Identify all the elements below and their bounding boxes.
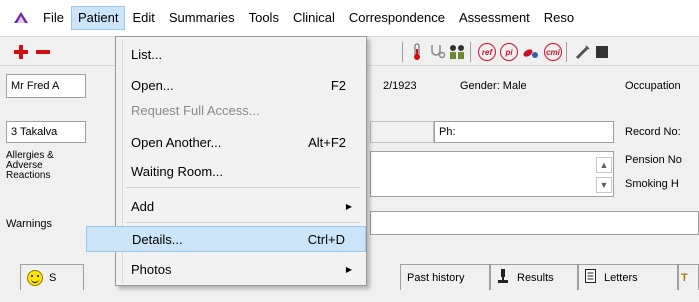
stethoscope-icon[interactable] — [428, 43, 446, 61]
tab-results-label: Results — [517, 271, 554, 284]
menu-tools[interactable]: Tools — [242, 6, 286, 30]
tab-results[interactable]: Results — [490, 264, 578, 290]
patient-dob: 2/1923 — [383, 80, 417, 92]
menu-item-label: List... — [131, 46, 163, 62]
address-field-right — [370, 121, 434, 143]
remove-patient-icon[interactable] — [34, 43, 52, 61]
menu-item-label: Open... — [131, 77, 174, 93]
menu-bar: File Patient Edit Summaries Tools Clinic… — [0, 0, 699, 36]
occupation-label: Occupation — [625, 80, 681, 92]
patient-name-field[interactable]: Mr Fred A — [6, 74, 86, 98]
menu-correspondence[interactable]: Correspondence — [342, 6, 452, 30]
referral-icon[interactable]: ref — [478, 43, 496, 61]
menu-item-label: Request Full Access... — [131, 102, 260, 118]
submenu-arrow-icon: ▶ — [345, 201, 352, 211]
syringe-icon[interactable] — [574, 43, 592, 61]
thermometer-icon[interactable] — [408, 43, 426, 61]
menu-item-shortcut: Ctrl+D — [307, 231, 345, 247]
toolbar-separator — [470, 42, 471, 62]
app-logo-icon — [12, 9, 30, 27]
toolbar-separator — [402, 42, 403, 62]
referral-icon-label: ref — [478, 43, 496, 61]
menu-item-shortcut: F2 — [330, 77, 346, 93]
tab-letters[interactable]: Letters — [578, 264, 678, 290]
phone-field[interactable]: Ph: — [434, 121, 614, 143]
menu-item-label: Waiting Room... — [131, 163, 223, 179]
menu-edit[interactable]: Edit — [125, 6, 161, 30]
tab-overflow[interactable]: T — [678, 264, 699, 290]
menu-clinical[interactable]: Clinical — [286, 6, 342, 30]
menu-item-label: Photos — [131, 261, 172, 277]
menu-item-shortcut: Alt+F2 — [308, 134, 346, 150]
menu-item-open-another[interactable]: Open Another... Alt+F2 — [118, 129, 364, 155]
menu-separator — [126, 222, 360, 223]
menu-patient[interactable]: Patient — [70, 6, 126, 30]
menu-item-open[interactable]: Open... F2 — [118, 72, 364, 98]
tab-summary-label: S — [49, 271, 57, 284]
menu-item-label: Open Another... — [131, 134, 222, 150]
pills-icon[interactable] — [522, 43, 540, 61]
allergies-field[interactable] — [370, 151, 614, 197]
menu-resources[interactable]: Reso — [537, 6, 581, 30]
menu-item-waiting-room[interactable]: Waiting Room... — [118, 158, 364, 184]
menu-summaries[interactable]: Summaries — [162, 6, 242, 30]
allergies-label: Allergies & Adverse Reactions — [6, 150, 54, 181]
add-patient-icon[interactable] — [12, 43, 30, 61]
patient-gender: Gender: Male — [460, 80, 527, 92]
patient-info-icon-label: pi — [500, 43, 518, 61]
pension-number-label: Pension No — [625, 154, 682, 166]
smiley-icon — [27, 269, 43, 286]
patient-menu-dropdown: List... Open... F2 Request Full Access..… — [86, 36, 367, 286]
menu-item-list[interactable]: List... — [118, 41, 364, 67]
address-field[interactable]: 3 Takalva — [6, 121, 86, 143]
submenu-arrow-icon: ▶ — [345, 264, 352, 274]
tab-past-history-label: Past history — [407, 271, 465, 284]
menu-item-photos[interactable]: Photos ▶ — [118, 256, 364, 282]
menu-item-details[interactable]: Details... Ctrl+D — [86, 226, 366, 252]
cmi-icon[interactable]: cmi — [544, 43, 562, 61]
tab-letters-label: Letters — [604, 271, 638, 284]
document-icon — [585, 269, 596, 286]
menu-item-request-full-access: Request Full Access... — [118, 97, 364, 123]
warnings-label: Warnings — [6, 218, 53, 230]
menu-item-label: Add — [131, 198, 155, 214]
microscope-icon — [497, 269, 509, 286]
scroll-up-icon[interactable]: ▲ — [596, 157, 612, 173]
menu-separator — [126, 187, 360, 188]
menu-assessment[interactable]: Assessment — [452, 6, 537, 30]
menu-item-label: Details... — [132, 231, 183, 247]
menu-file[interactable]: File — [36, 6, 71, 30]
record-number-label: Record No: — [625, 126, 681, 138]
tab-summary[interactable]: S — [20, 264, 84, 290]
menu-item-add[interactable]: Add ▶ — [118, 193, 364, 219]
trophy-icon: T — [681, 271, 688, 284]
scroll-down-icon[interactable]: ▼ — [596, 177, 612, 193]
warnings-field[interactable] — [370, 211, 699, 235]
smoking-history-label: Smoking H — [625, 178, 679, 190]
patient-info-icon[interactable]: pi — [500, 43, 518, 61]
tab-past-history[interactable]: Past history — [400, 264, 490, 290]
family-icon[interactable] — [448, 43, 466, 61]
cmi-icon-label: cmi — [544, 43, 562, 61]
toolbar-separator — [566, 42, 567, 62]
scale-icon[interactable] — [594, 43, 612, 61]
